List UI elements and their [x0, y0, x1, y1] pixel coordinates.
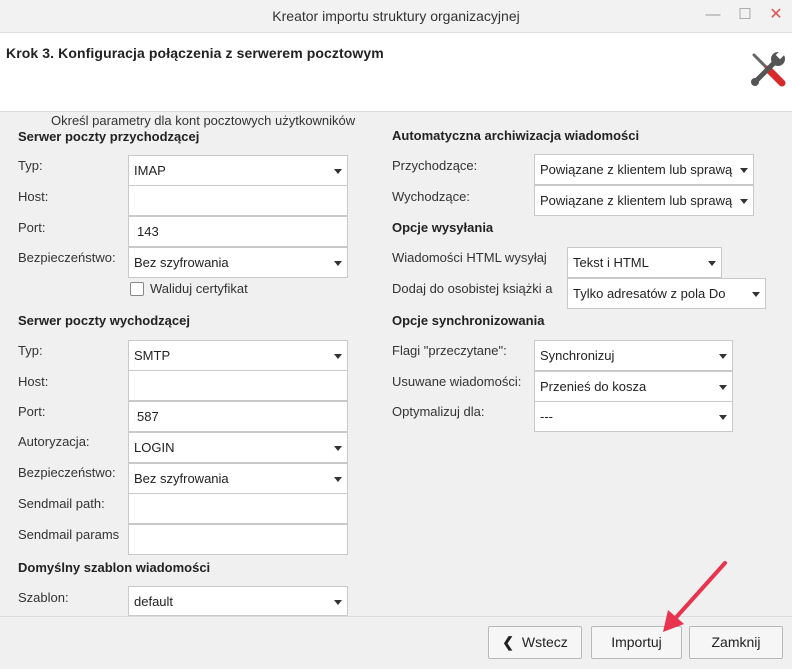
close-button-label: Zamknij: [711, 634, 761, 650]
template-value: default: [134, 594, 174, 609]
optimize-label: Optymalizuj dla:: [392, 404, 485, 419]
chevron-down-icon: [334, 261, 342, 266]
outgoing-server-heading: Serwer poczty wychodzącej: [18, 313, 190, 328]
outgoing-port-input[interactable]: 587: [128, 401, 348, 432]
html-send-select[interactable]: Tekst i HTML: [567, 247, 722, 278]
chevron-left-icon: ❮: [502, 634, 514, 650]
incoming-host-input[interactable]: [128, 185, 348, 216]
archive-outgoing-value: Powiązane z klientem lub sprawą: [540, 193, 733, 208]
outgoing-host-input[interactable]: [128, 370, 348, 401]
html-send-label: Wiadomości HTML wysyłaj: [392, 250, 547, 265]
incoming-port-input[interactable]: 143: [128, 216, 348, 247]
window-title: Kreator importu struktury organizacyjnej: [272, 8, 520, 24]
back-button-label: Wstecz: [521, 634, 568, 650]
archive-incoming-label: Przychodzące:: [392, 158, 478, 173]
import-button[interactable]: Importuj: [591, 626, 682, 659]
outgoing-type-value: SMTP: [134, 348, 171, 363]
chevron-down-icon: [334, 600, 342, 605]
deleted-messages-select[interactable]: Przenieś do kosza: [534, 371, 733, 402]
step-title: Krok 3. Konfiguracja połączenia z serwer…: [6, 45, 384, 61]
incoming-type-value: IMAP: [134, 163, 166, 178]
chevron-down-icon: [708, 261, 716, 266]
page-subtitle: Określ parametry dla kont pocztowych uży…: [51, 113, 356, 128]
chevron-down-icon: [719, 415, 727, 420]
outgoing-security-select[interactable]: Bez szyfrowania: [128, 463, 348, 494]
incoming-security-label: Bezpieczeństwo:: [18, 250, 116, 265]
incoming-port-label: Port:: [18, 220, 46, 235]
import-button-label: Importuj: [611, 634, 662, 650]
sending-heading: Opcje wysyłania: [392, 220, 494, 235]
incoming-security-select[interactable]: Bez szyfrowania: [128, 247, 348, 278]
read-flags-value: Synchronizuj: [540, 348, 615, 363]
outgoing-auth-label: Autoryzacja:: [18, 434, 90, 449]
close-window-button[interactable]: ✕: [764, 4, 788, 26]
archive-incoming-value: Powiązane z klientem lub sprawą: [540, 162, 733, 177]
incoming-type-label: Typ:: [18, 158, 43, 173]
deleted-messages-value: Przenieś do kosza: [540, 379, 647, 394]
sendmail-path-input[interactable]: [128, 493, 348, 524]
template-select[interactable]: default: [128, 586, 348, 616]
tools-icon: [751, 50, 786, 87]
incoming-security-value: Bez szyfrowania: [134, 255, 229, 270]
outgoing-type-select[interactable]: SMTP: [128, 340, 348, 371]
outgoing-auth-value: LOGIN: [134, 440, 175, 455]
archive-outgoing-label: Wychodzące:: [392, 189, 470, 204]
sendmail-params-input[interactable]: [128, 524, 348, 555]
back-button[interactable]: ❮ Wstecz: [488, 626, 582, 659]
validate-cert-label: Waliduj certyfikat: [150, 281, 248, 296]
chevron-down-icon: [719, 385, 727, 390]
chevron-down-icon: [752, 292, 760, 297]
chevron-down-icon: [740, 168, 748, 173]
addressbook-label: Dodaj do osobistej książki a: [392, 281, 553, 296]
incoming-server-heading: Serwer poczty przychodzącej: [18, 129, 200, 144]
sendmail-path-label: Sendmail path:: [18, 496, 105, 511]
deleted-messages-label: Usuwane wiadomości:: [392, 374, 522, 389]
sync-heading: Opcje synchronizowania: [392, 313, 545, 328]
maximize-button[interactable]: ☐: [733, 4, 757, 26]
outgoing-auth-select[interactable]: LOGIN: [128, 432, 348, 463]
close-button[interactable]: Zamknij: [689, 626, 783, 659]
incoming-type-select[interactable]: IMAP: [128, 155, 348, 186]
outgoing-security-value: Bez szyfrowania: [134, 471, 229, 486]
outgoing-security-label: Bezpieczeństwo:: [18, 465, 116, 480]
outgoing-type-label: Typ:: [18, 343, 43, 358]
chevron-down-icon: [334, 354, 342, 359]
archive-heading: Automatyczna archiwizacja wiadomości: [392, 128, 640, 143]
minimize-button[interactable]: —: [701, 4, 725, 26]
template-label: Szablon:: [18, 590, 69, 605]
optimize-value: ---: [540, 409, 553, 424]
addressbook-select[interactable]: Tylko adresatów z pola Do: [567, 278, 766, 309]
read-flags-select[interactable]: Synchronizuj: [534, 340, 733, 371]
wizard-header: Krok 3. Konfiguracja połączenia z serwer…: [0, 33, 792, 111]
archive-outgoing-select[interactable]: Powiązane z klientem lub sprawą: [534, 185, 754, 216]
chevron-down-icon: [719, 354, 727, 359]
sendmail-params-label: Sendmail params: [18, 527, 120, 542]
incoming-host-label: Host:: [18, 189, 49, 204]
chevron-down-icon: [334, 446, 342, 451]
chevron-down-icon: [334, 169, 342, 174]
validate-cert-checkbox[interactable]: [130, 282, 144, 296]
outgoing-host-label: Host:: [18, 374, 49, 389]
html-send-value: Tekst i HTML: [573, 255, 649, 270]
template-heading: Domyślny szablon wiadomości: [18, 560, 211, 575]
chevron-down-icon: [334, 477, 342, 482]
title-bar: Kreator importu struktury organizacyjnej…: [0, 0, 792, 33]
chevron-down-icon: [740, 199, 748, 204]
addressbook-value: Tylko adresatów z pola Do: [573, 286, 726, 301]
read-flags-label: Flagi "przeczytane":: [392, 343, 507, 358]
outgoing-port-label: Port:: [18, 404, 46, 419]
optimize-select[interactable]: ---: [534, 401, 733, 432]
archive-incoming-select[interactable]: Powiązane z klientem lub sprawą: [534, 154, 754, 185]
